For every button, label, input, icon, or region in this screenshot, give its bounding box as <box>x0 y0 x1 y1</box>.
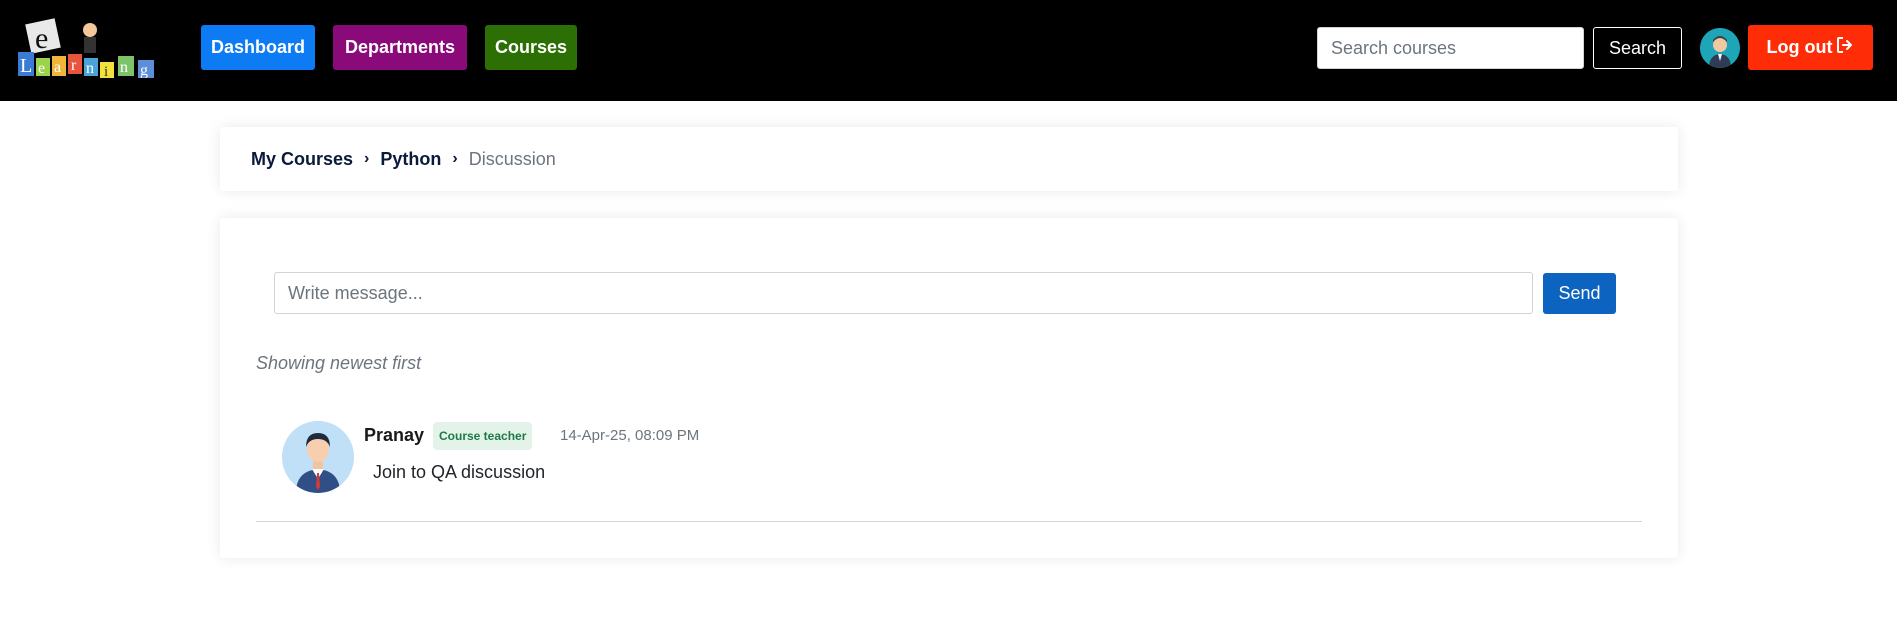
message-divider <box>256 521 1642 522</box>
svg-text:n: n <box>120 59 128 76</box>
svg-text:n: n <box>86 60 94 77</box>
nav-courses-button[interactable]: Courses <box>485 25 577 70</box>
search-input[interactable] <box>1317 27 1584 69</box>
svg-text:i: i <box>104 64 108 78</box>
breadcrumb-card: My Courses › Python › Discussion <box>220 127 1678 191</box>
top-navbar: e L e a r n i n g Dashboard Departments … <box>0 0 1897 101</box>
message-timestamp: 14-Apr-25, 08:09 PM <box>560 427 700 444</box>
logout-button[interactable]: Log out <box>1748 25 1873 70</box>
discussion-card: Send Showing newest first Pranay Course … <box>220 218 1678 558</box>
svg-text:a: a <box>54 59 61 76</box>
svg-text:e: e <box>35 22 48 55</box>
chevron-right-icon: › <box>452 150 458 167</box>
message-author: Pranay <box>364 425 425 445</box>
sign-out-icon <box>1836 36 1854 59</box>
svg-text:r: r <box>71 57 77 74</box>
breadcrumb-python[interactable]: Python <box>380 149 441 170</box>
elearning-logo[interactable]: e L e a r n i n g <box>18 18 174 80</box>
chevron-right-icon: › <box>364 150 370 167</box>
nav-departments-button[interactable]: Departments <box>333 25 467 70</box>
logout-label: Log out <box>1766 37 1833 57</box>
breadcrumb-current: Discussion <box>468 148 556 169</box>
svg-text:L: L <box>20 55 32 77</box>
svg-text:e: e <box>38 60 45 77</box>
message-input[interactable] <box>274 272 1533 314</box>
search-button[interactable]: Search <box>1593 27 1682 69</box>
nav-dashboard-button[interactable]: Dashboard <box>201 25 315 70</box>
message-text: Join to QA discussion <box>373 462 546 482</box>
user-avatar-icon[interactable] <box>1700 28 1740 68</box>
breadcrumb-my-courses[interactable]: My Courses <box>251 149 353 170</box>
svg-text:g: g <box>140 62 148 78</box>
breadcrumb: My Courses › Python › Discussion <box>251 127 556 191</box>
teacher-avatar-icon <box>282 421 354 493</box>
sort-note: Showing newest first <box>256 353 422 373</box>
send-button[interactable]: Send <box>1543 273 1616 314</box>
course-teacher-badge: Course teacher <box>433 422 533 450</box>
